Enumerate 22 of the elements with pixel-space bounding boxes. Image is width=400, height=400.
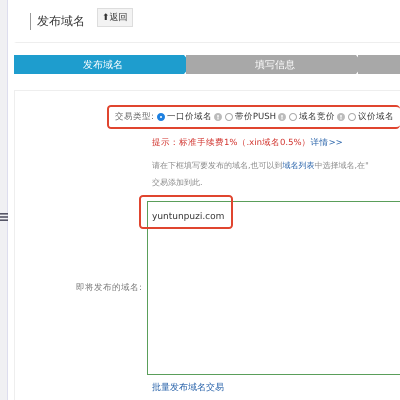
help-icon[interactable] — [214, 113, 222, 121]
radio-button[interactable] — [156, 113, 165, 121]
details-link[interactable]: 详情>> — [310, 138, 343, 148]
page-title: 发布域名 — [30, 12, 85, 30]
option-label[interactable]: 一口价域名 — [166, 111, 212, 123]
instructions-text: 请在下框填写要发布的域名,也可以到域名列表中选择域名,在" 交易添加到此. — [152, 160, 370, 189]
help-icon[interactable] — [278, 113, 286, 121]
radio-button[interactable] — [348, 113, 356, 121]
bulk-publish-link[interactable]: 批量发布域名交易 — [152, 381, 400, 394]
back-button[interactable]: ⬆返回 — [97, 8, 133, 26]
option-label[interactable]: 议价域名 — [358, 111, 394, 123]
help-icon[interactable] — [337, 113, 346, 121]
option-label[interactable]: 域名竞价 — [299, 111, 336, 123]
menu-icon[interactable] — [0, 212, 8, 222]
domain-input-field[interactable]: yuntunpuzi.com — [147, 201, 400, 375]
option-label[interactable]: 带价PUSH — [234, 111, 276, 123]
trade-type-label: 交易类型: — [115, 111, 154, 123]
radio-button[interactable] — [289, 113, 298, 121]
field-label: 即将发布的域名: — [75, 282, 143, 294]
domain-list-link[interactable]: 域名列表 — [282, 161, 315, 170]
fee-tip: 提示：标准手续费1%（.xin域名0.5%） — [152, 138, 311, 148]
radio-button[interactable] — [224, 113, 233, 121]
